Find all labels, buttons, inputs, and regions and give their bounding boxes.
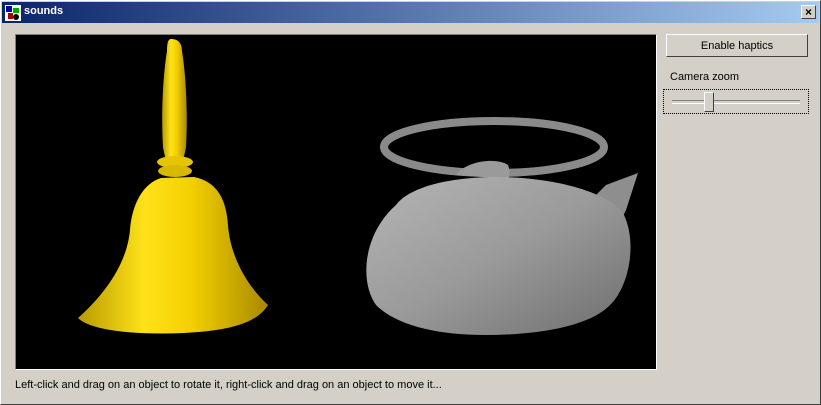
slider-track[interactable] (672, 100, 800, 104)
window-title: sounds (24, 5, 64, 17)
slider-thumb[interactable] (703, 92, 714, 112)
bell-object[interactable] (78, 39, 268, 334)
title-bar[interactable]: sounds × (2, 2, 819, 23)
scene-render[interactable] (16, 35, 656, 369)
3d-viewport[interactable] (15, 34, 657, 370)
close-icon: × (804, 5, 812, 19)
app-window: sounds × Enable haptics Camera zoom Left… (0, 0, 821, 405)
camera-zoom-slider[interactable] (663, 89, 809, 114)
status-text: Left-click and drag on an object to rota… (15, 379, 442, 391)
close-button[interactable]: × (801, 5, 816, 19)
sounds-app-icon (5, 5, 21, 21)
enable-haptics-button[interactable]: Enable haptics (666, 34, 808, 57)
teapot-object[interactable] (366, 117, 638, 335)
camera-zoom-label: Camera zoom (670, 71, 740, 83)
